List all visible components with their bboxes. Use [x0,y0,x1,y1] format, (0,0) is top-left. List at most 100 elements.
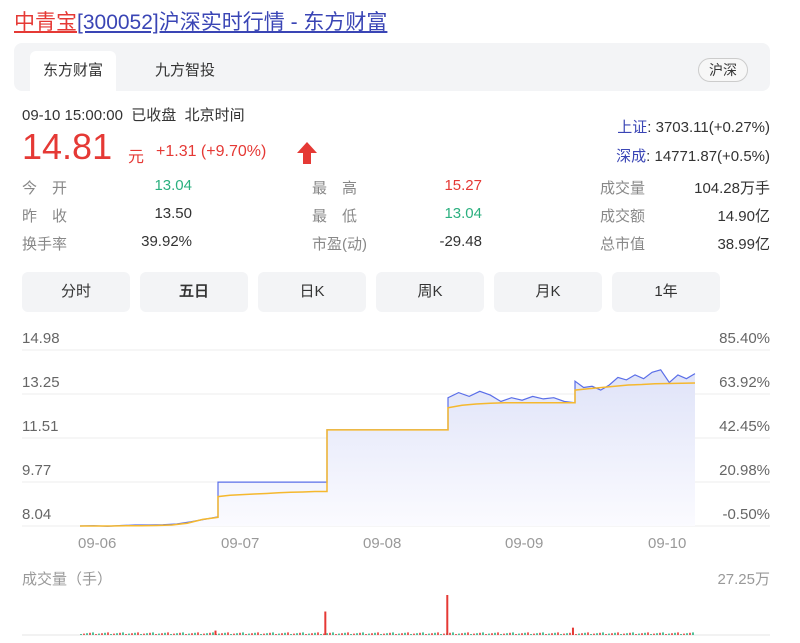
volume-bar [113,633,115,635]
volume-bar [518,633,520,635]
volume-bar [638,633,640,635]
y-tick-left: 9.77 [22,462,52,479]
volume-bar [449,632,451,635]
volume-bar [152,632,154,635]
volume-bar [278,633,280,635]
x-tick-label: 09-07 [221,535,260,552]
volume-bar [533,633,535,635]
volume-bar [539,632,541,635]
volume-bar [194,632,196,635]
volume-bar [581,633,583,635]
volume-bar [359,632,361,635]
volume-bar [635,634,637,635]
y-tick-left: 13.25 [22,374,60,391]
volume-bar [443,633,445,635]
volume-bar [299,632,301,635]
volume-bar [677,632,679,635]
volume-bar [119,632,121,635]
volume-bar [668,633,670,635]
volume-bar [233,633,235,635]
x-tick-label: 09-08 [363,535,402,552]
volume-bar [527,632,529,635]
volume-bar [470,634,472,635]
volume-bar [485,634,487,635]
volume-bar [497,632,499,635]
volume-bar [320,634,322,635]
volume-spike [214,630,217,635]
volume-bar [332,632,334,635]
volume-bar [287,632,289,635]
volume-bar [401,633,403,635]
volume-bar [173,633,175,635]
volume-bar [200,634,202,635]
volume-bar [218,633,220,635]
volume-bar [653,633,655,635]
volume-bar [431,633,433,635]
volume-bar [335,634,337,635]
volume-bar [206,633,208,635]
volume-bar [614,632,616,635]
volume-bar [374,632,376,635]
volume-bar [86,633,88,635]
volume-bar [224,632,226,635]
volume-bar [689,632,691,635]
volume-bar [407,632,409,635]
volume-bar [188,633,190,635]
volume-bar [107,632,109,635]
volume-bar [317,632,319,635]
volume-bar [149,632,151,635]
volume-bar [305,634,307,635]
volume-bar [356,633,358,635]
volume-bar [434,632,436,635]
volume-bar [536,633,538,635]
volume-bar [263,633,265,635]
volume-bar [608,633,610,635]
volume-bar [368,633,370,635]
volume-bar [512,632,514,635]
volume-bar [563,633,565,635]
volume-bar [338,633,340,635]
volume-bar [134,632,136,635]
volume-bar [227,632,229,635]
volume-bar [569,632,571,635]
volume-bar [419,632,421,635]
volume-bar [503,633,505,635]
volume-bar [491,633,493,635]
volume-bar [593,633,595,635]
volume-bar [452,632,454,635]
volume-bar [458,633,460,635]
volume-bar [659,632,661,635]
volume-bar [632,632,634,635]
volume-bar [80,634,82,635]
volume-bar [587,632,589,635]
volume-bar [377,632,379,635]
volume-bar [671,633,673,635]
y-tick-left: 14.98 [22,330,60,347]
volume-bar [158,633,160,635]
volume-bar [146,633,148,635]
volume-bar [257,632,259,635]
volume-bar [182,632,184,635]
volume-bar [350,634,352,635]
volume-bar [308,633,310,635]
volume-bar [95,634,97,635]
volume-bar [506,633,508,635]
volume-bar [488,633,490,635]
volume-bar [260,634,262,635]
volume-bar [494,632,496,635]
price-area [80,369,695,527]
volume-bar [203,633,205,635]
volume-bar [584,632,586,635]
volume-bar [578,633,580,635]
volume-bar [644,632,646,635]
volume-bar [674,632,676,635]
volume-bar [155,634,157,635]
volume-bar [116,633,118,635]
volume-bar [398,633,400,635]
volume-bar [161,633,163,635]
volume-bar [473,633,475,635]
volume-bar [455,634,457,635]
volume-bar [605,634,607,635]
y-tick-right: 63.92% [719,374,770,391]
volume-bar [602,632,604,635]
